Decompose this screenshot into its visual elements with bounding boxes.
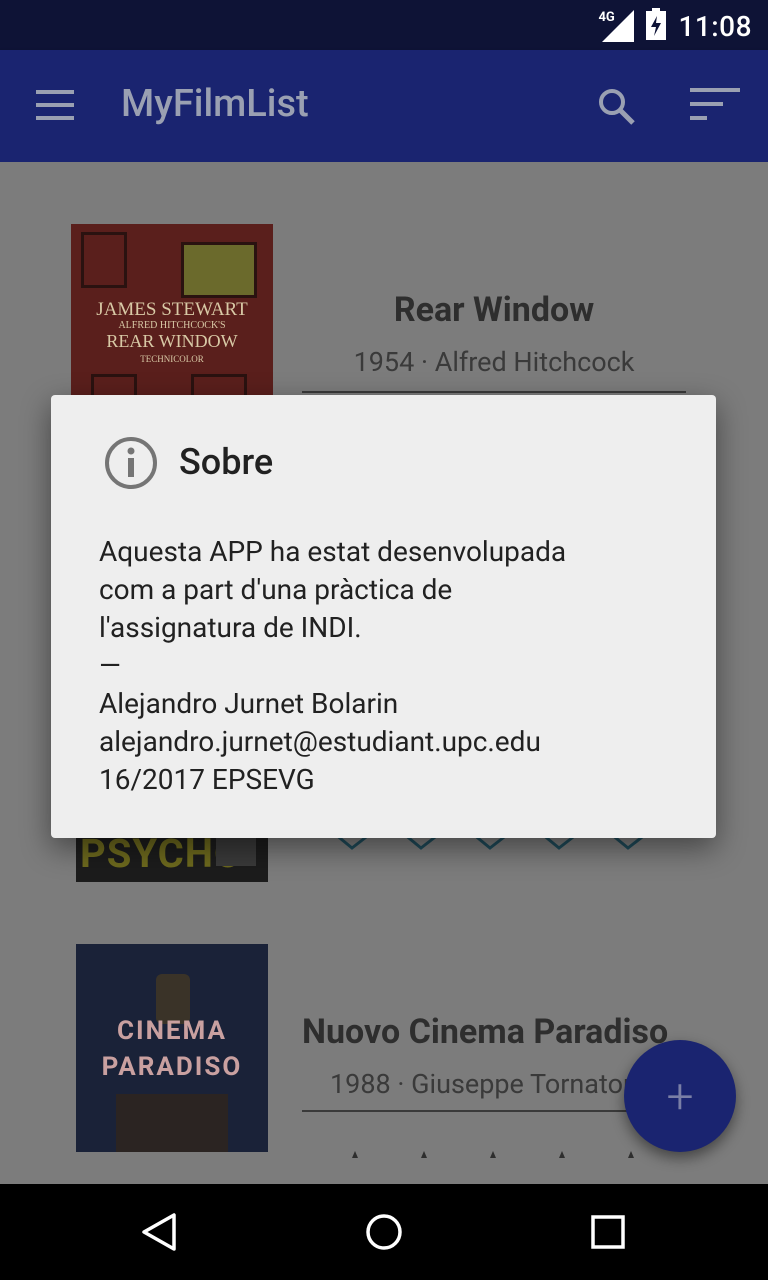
poster-text: JAMES STEWART	[96, 299, 248, 320]
info-icon	[103, 435, 159, 491]
dialog-line: l'assignatura de INDI.	[99, 611, 362, 644]
sort-icon[interactable]	[690, 88, 740, 124]
battery-icon	[646, 8, 667, 44]
film-title[interactable]: Rear Window	[302, 290, 686, 330]
dialog-message: Aquesta APP ha estat desenvolupada com a…	[99, 533, 689, 799]
menu-icon[interactable]	[36, 90, 76, 120]
navigation-bar	[0, 1184, 768, 1280]
app-title: MyFilmList	[121, 82, 309, 126]
poster-window	[181, 242, 257, 298]
home-button[interactable]	[354, 1202, 414, 1262]
dialog-line: 16/2017 EPSEVG	[99, 763, 315, 796]
dialog-line: Aquesta APP ha estat desenvolupada	[99, 535, 567, 568]
poster-text: CINEMA	[116, 1016, 228, 1046]
film-title[interactable]: Nuovo Cinema Paradiso	[302, 1012, 686, 1052]
back-button[interactable]	[130, 1202, 190, 1262]
network-type-label: 4G	[598, 10, 615, 25]
add-icon: +	[666, 1067, 694, 1125]
search-icon[interactable]	[596, 86, 636, 126]
dialog-line: —	[99, 649, 121, 682]
about-dialog: Sobre Aquesta APP ha estat desenvolupada…	[51, 395, 716, 838]
film-poster-cinema-paradiso[interactable]: CINEMA PARADISO	[76, 944, 268, 1152]
status-bar: 4G 11:08	[0, 0, 768, 50]
poster-text: PARADISO	[101, 1052, 243, 1082]
dialog-line: alejandro.jurnet@estudiant.upc.edu	[99, 725, 541, 758]
recents-button[interactable]	[578, 1202, 638, 1262]
film-divider	[302, 391, 686, 393]
poster-text: TECHNICOLOR	[140, 354, 204, 364]
dialog-title: Sobre	[179, 441, 274, 483]
poster-window	[81, 232, 127, 288]
poster-text: ALFRED HITCHCOCK'S	[118, 320, 226, 331]
status-time: 11:08	[678, 9, 752, 43]
signal-icon: 4G	[598, 10, 635, 42]
film-subtitle: 1954 · Alfred Hitchcock	[353, 346, 635, 378]
add-film-button[interactable]: +	[624, 1040, 736, 1152]
app-bar: MyFilmList	[0, 50, 768, 162]
poster-text: REAR WINDOW	[106, 331, 238, 351]
rating-stars[interactable]	[340, 1144, 650, 1158]
dialog-line: Alejandro Jurnet Bolarin	[99, 687, 399, 720]
poster-text-block	[216, 836, 256, 866]
dialog-line: com a part d'una pràctica de	[99, 573, 453, 606]
poster-scene	[116, 1094, 228, 1152]
